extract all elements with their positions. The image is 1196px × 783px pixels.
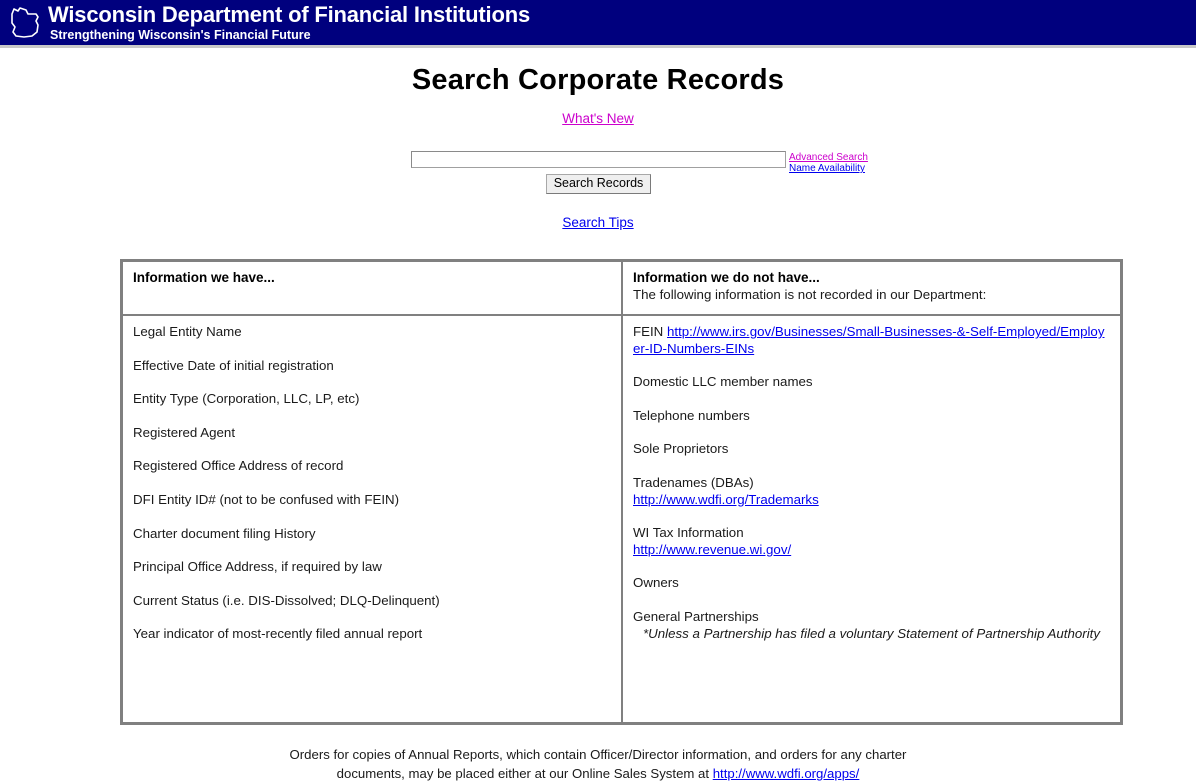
have-item: Charter document filing History	[133, 526, 611, 543]
footer-line-2: documents, may be placed either at our O…	[336, 766, 710, 782]
not-have-item-general-partnerships: General Partnerships *Unless a Partnersh…	[633, 609, 1110, 642]
not-have-item-label: Sole Proprietors	[633, 441, 729, 457]
footer-note: Orders for copies of Annual Reports, whi…	[0, 745, 1196, 783]
not-have-subheader-label: The following information is not recorde…	[633, 286, 987, 302]
not-have-item-wi-tax: WI Tax Information http://www.revenue.wi…	[633, 525, 1110, 558]
search-input[interactable]	[411, 150, 786, 168]
have-header-label: Information we have...	[133, 270, 275, 285]
not-have-item-owners: Owners	[633, 575, 1110, 592]
search-records-button[interactable]: Search Records	[545, 174, 652, 194]
irs-ein-link[interactable]: http://www.irs.gov/Businesses/Small-Busi…	[633, 324, 1104, 356]
have-item: Current Status (i.e. DIS-Dissolved; DLQ-…	[133, 593, 611, 610]
general-partnerships-note: *Unless a Partnership has filed a volunt…	[643, 625, 1101, 641]
not-have-list-cell: FEIN http://www.irs.gov/Businesses/Small…	[621, 314, 1123, 725]
not-have-item-label: General Partnerships	[633, 609, 759, 625]
agency-tagline: Strengthening Wisconsin's Financial Futu…	[50, 27, 311, 42]
wisconsin-state-outline-icon	[11, 6, 39, 38]
search-side-links: Advanced Search Name Availability	[789, 152, 868, 174]
not-have-item-label: Owners	[633, 575, 679, 591]
whats-new-link[interactable]: What's New	[562, 111, 634, 126]
have-item: Registered Agent	[133, 425, 611, 442]
not-have-item-label: Telephone numbers	[633, 407, 750, 423]
wi-revenue-link[interactable]: http://www.revenue.wi.gov/	[633, 542, 791, 557]
whats-new-row: What's New	[0, 111, 1196, 126]
footer-line-1: Orders for copies of Annual Reports, whi…	[289, 747, 907, 762]
have-item-label: Registered Agent	[133, 424, 236, 440]
not-have-item-tradenames: Tradenames (DBAs) http://www.wdfi.org/Tr…	[633, 475, 1110, 508]
have-item: Entity Type (Corporation, LLC, LP, etc)	[133, 391, 611, 408]
not-have-item-label: Domestic LLC member names	[633, 374, 813, 390]
not-have-item-label: FEIN	[633, 324, 664, 339]
have-item: Year indicator of most-recently filed an…	[133, 626, 611, 643]
have-item-label: Year indicator of most-recently filed an…	[133, 626, 423, 642]
search-form: Search Records	[411, 150, 786, 194]
not-have-item-label: Tradenames (DBAs)	[633, 475, 754, 491]
not-have-item-sole-proprietors: Sole Proprietors	[633, 441, 1110, 458]
agency-name: Wisconsin Department of Financial Instit…	[48, 1, 530, 27]
information-comparison-table: Information we have... Information we do…	[120, 259, 1123, 725]
search-tips-row: Search Tips	[0, 215, 1196, 230]
have-item: Effective Date of initial registration	[133, 358, 611, 375]
table-body-row: Legal Entity Name Effective Date of init…	[120, 314, 1123, 725]
have-item-label: Principal Office Address, if required by…	[133, 559, 382, 575]
search-tips-link[interactable]: Search Tips	[562, 215, 633, 230]
have-item: Registered Office Address of record	[133, 458, 611, 475]
not-have-item-label: WI Tax Information	[633, 525, 744, 541]
not-have-item-llc-members: Domestic LLC member names	[633, 374, 1110, 391]
have-item-label: Effective Date of initial registration	[133, 357, 334, 373]
have-item: Legal Entity Name	[133, 324, 611, 341]
not-have-header-label: Information we do not have...	[633, 270, 820, 285]
search-area: Search Records Advanced Search Name Avai…	[0, 150, 1196, 210]
have-list-cell: Legal Entity Name Effective Date of init…	[120, 314, 623, 725]
wdfi-trademarks-link[interactable]: http://www.wdfi.org/Trademarks	[633, 492, 819, 507]
not-have-header-cell: Information we do not have... The follow…	[621, 259, 1123, 316]
have-item-label: DFI Entity ID# (not to be confused with …	[133, 492, 400, 508]
not-have-item-telephone: Telephone numbers	[633, 408, 1110, 425]
have-item: DFI Entity ID# (not to be confused with …	[133, 492, 611, 509]
have-item-label: Entity Type (Corporation, LLC, LP, etc)	[133, 391, 360, 407]
site-header-banner: Wisconsin Department of Financial Instit…	[0, 0, 1196, 48]
not-have-item-fein: FEIN http://www.irs.gov/Businesses/Small…	[633, 324, 1110, 357]
have-item-label: Charter document filing History	[133, 525, 316, 541]
online-sales-system-link[interactable]: http://www.wdfi.org/apps/	[713, 766, 860, 781]
page-title: Search Corporate Records	[411, 64, 785, 96]
name-availability-link[interactable]: Name Availability	[789, 163, 868, 174]
advanced-search-link[interactable]: Advanced Search	[789, 152, 868, 163]
have-header-cell: Information we have...	[120, 259, 623, 316]
have-item-label: Legal Entity Name	[133, 324, 242, 339]
have-item: Principal Office Address, if required by…	[133, 559, 611, 576]
table-header-row: Information we have... Information we do…	[120, 259, 1123, 316]
have-item-label: Current Status (i.e. DIS-Dissolved; DLQ-…	[133, 592, 440, 608]
have-item-label: Registered Office Address of record	[133, 458, 344, 474]
